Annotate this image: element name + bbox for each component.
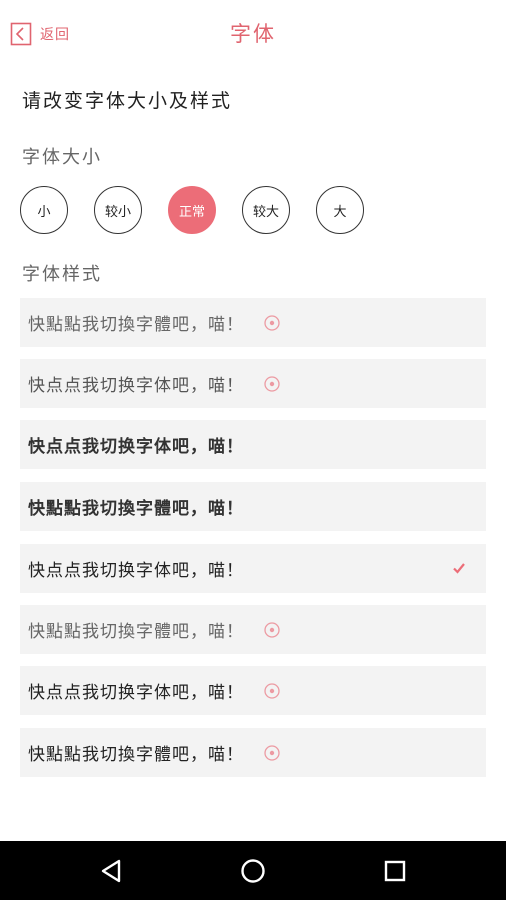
font-style-row[interactable]: 快點點我切換字體吧，喵！ bbox=[20, 605, 486, 654]
download-circle-icon[interactable] bbox=[264, 682, 280, 699]
font-style-row[interactable]: 快点点我切换字体吧，喵！ bbox=[20, 359, 486, 408]
font-style-sample: 快點點我切換字體吧，喵！ bbox=[28, 745, 244, 765]
font-style-row[interactable]: 快点点我切换字体吧，喵！ bbox=[20, 420, 486, 469]
nav-home-icon[interactable] bbox=[238, 856, 268, 886]
font-size-smaller-button[interactable]: 较小 bbox=[94, 186, 142, 234]
font-style-sample: 快點點我切換字體吧，喵！ bbox=[28, 315, 244, 335]
font-size-small-button[interactable]: 小 bbox=[20, 186, 68, 234]
font-style-row[interactable]: 快點點我切換字體吧，喵！ bbox=[20, 298, 486, 347]
font-style-sample: 快点点我切换字体吧，喵！ bbox=[28, 437, 244, 457]
download-circle-icon[interactable] bbox=[264, 744, 280, 761]
font-size-section-label: 字体大小 bbox=[22, 147, 102, 168]
system-navigation-bar bbox=[0, 841, 506, 900]
font-style-section-label: 字体样式 bbox=[22, 264, 102, 285]
font-style-sample: 快点点我切换字体吧，喵！ bbox=[28, 683, 244, 703]
instruction-text: 请改变字体大小及样式 bbox=[22, 90, 233, 112]
download-circle-icon[interactable] bbox=[264, 621, 280, 638]
page-title: 字体 bbox=[230, 22, 276, 46]
check-icon bbox=[453, 563, 465, 574]
nav-back-icon[interactable] bbox=[97, 856, 127, 886]
font-style-row[interactable]: 快點點我切換字體吧，喵！ bbox=[20, 728, 486, 777]
font-size-larger-button[interactable]: 较大 bbox=[242, 186, 290, 234]
download-circle-icon[interactable] bbox=[264, 314, 280, 331]
nav-recents-icon[interactable] bbox=[380, 856, 410, 886]
font-style-sample: 快点点我切换字体吧，喵！ bbox=[28, 561, 244, 581]
font-size-large-button[interactable]: 大 bbox=[316, 186, 364, 234]
font-style-sample: 快點點我切換字體吧，喵！ bbox=[28, 622, 244, 642]
font-style-sample: 快点点我切换字体吧，喵！ bbox=[28, 376, 244, 396]
font-style-row[interactable]: 快點點我切換字體吧，喵！ bbox=[20, 482, 486, 531]
app-header: 返回 字体 bbox=[0, 0, 506, 66]
font-style-row-selected[interactable]: 快点点我切换字体吧，喵！ bbox=[20, 544, 486, 593]
download-circle-icon[interactable] bbox=[264, 375, 280, 392]
font-style-sample: 快點點我切換字體吧，喵！ bbox=[28, 499, 244, 519]
font-style-row[interactable]: 快点点我切换字体吧，喵！ bbox=[20, 666, 486, 715]
font-size-normal-button[interactable]: 正常 bbox=[168, 186, 216, 234]
